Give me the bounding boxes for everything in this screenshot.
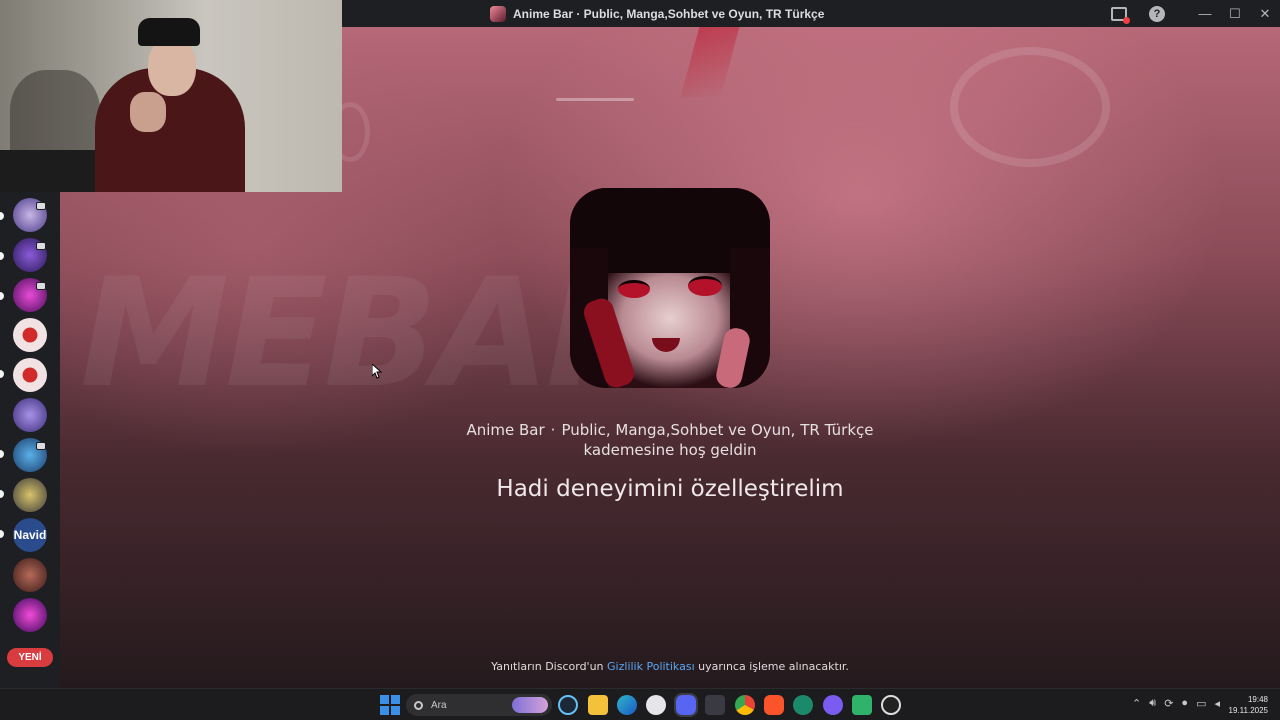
navid-server[interactable]: Navid bbox=[13, 518, 47, 552]
discord-icon[interactable] bbox=[674, 693, 698, 717]
server-icon bbox=[570, 188, 770, 388]
webcam-overlay bbox=[0, 0, 342, 192]
clock-date: 19.11.2025 bbox=[1228, 706, 1268, 715]
background-art-ring bbox=[950, 47, 1110, 167]
privacy-policy-link[interactable]: Gizlilik Politikası bbox=[607, 660, 695, 673]
onboarding-headline: Hadi deneyimini özelleştirelim bbox=[496, 476, 844, 502]
windows-logo-icon bbox=[391, 706, 400, 715]
chevron-up-icon[interactable]: ⌃ bbox=[1132, 697, 1141, 710]
server-10[interactable] bbox=[13, 558, 47, 592]
maximize-button[interactable]: ☐ bbox=[1220, 0, 1250, 27]
voice-badge bbox=[36, 202, 46, 210]
privacy-prefix: Yanıtların Discord'un bbox=[491, 660, 604, 673]
unread-indicator bbox=[0, 252, 4, 260]
new-badge[interactable]: YENİ bbox=[7, 648, 53, 667]
unread-indicator bbox=[0, 450, 4, 458]
window-title-text: Anime Bar · Public, Manga,Sohbet ve Oyun… bbox=[513, 7, 825, 21]
voice-badge bbox=[36, 442, 46, 450]
server-thumbnail-icon bbox=[490, 6, 506, 22]
unread-indicator bbox=[0, 292, 4, 300]
network-icon[interactable]: ▭ bbox=[1196, 697, 1206, 710]
help-button[interactable]: ? bbox=[1142, 0, 1172, 27]
microphone-icon[interactable]: ● bbox=[1181, 697, 1188, 710]
server-tagline: Public, Manga,Sohbet ve Oyun, TR Türkçe bbox=[561, 421, 874, 439]
search-icon bbox=[414, 700, 423, 710]
unread-indicator bbox=[0, 212, 4, 220]
edge-icon[interactable] bbox=[617, 695, 637, 715]
background-art-horn bbox=[680, 27, 740, 97]
system-clock[interactable]: 19:48 19.11.2025 bbox=[1229, 694, 1268, 716]
server-icon-eye-right bbox=[688, 276, 722, 296]
help-icon: ? bbox=[1149, 5, 1165, 22]
server-5[interactable] bbox=[13, 358, 47, 392]
app4-icon[interactable] bbox=[852, 695, 872, 715]
minimize-button[interactable]: — bbox=[1190, 0, 1220, 27]
privacy-suffix: uyarınca işleme alınacaktır. bbox=[698, 660, 849, 673]
search-highlight-art bbox=[512, 697, 548, 713]
privacy-notice: Yanıtların Discord'un Gizlilik Politikas… bbox=[380, 660, 960, 673]
title-bar-controls: ? — ☐ ✕ bbox=[1104, 0, 1280, 27]
chrome-icon[interactable] bbox=[735, 695, 755, 715]
windows-taskbar: Ara ⌃ 🔊︎ ⟳ ● ▭ ◂ 19:48 19.11.2025 bbox=[0, 688, 1280, 720]
webcam-person-hand bbox=[130, 92, 166, 132]
game-icon[interactable] bbox=[646, 695, 666, 715]
close-button[interactable]: ✕ bbox=[1250, 0, 1280, 27]
webcam-person-hat bbox=[138, 18, 200, 46]
inbox-icon bbox=[1111, 6, 1130, 24]
unread-indicator bbox=[0, 370, 4, 378]
file-explorer-icon[interactable] bbox=[588, 695, 608, 715]
server-4[interactable] bbox=[13, 318, 47, 352]
unread-indicator bbox=[0, 530, 4, 538]
voice-badge bbox=[36, 282, 46, 290]
taskbar-search[interactable]: Ara bbox=[406, 694, 552, 716]
windows-logo-icon bbox=[380, 706, 389, 715]
server-8[interactable] bbox=[13, 478, 47, 512]
sync-icon[interactable]: ⟳ bbox=[1164, 697, 1173, 710]
speaker-icon[interactable]: ◂ bbox=[1214, 697, 1220, 710]
inbox-button[interactable] bbox=[1104, 0, 1134, 27]
windows-logo-icon bbox=[380, 695, 389, 704]
server-rail: Navid bbox=[0, 192, 60, 688]
obs-icon[interactable] bbox=[881, 695, 901, 715]
brave-icon[interactable] bbox=[764, 695, 784, 715]
server-icon-mouth bbox=[652, 338, 680, 352]
app-icon[interactable] bbox=[705, 695, 725, 715]
volume-icon[interactable]: 🔊︎ bbox=[1149, 697, 1156, 710]
app3-icon[interactable] bbox=[823, 695, 843, 715]
clock-time: 19:48 bbox=[1247, 695, 1268, 704]
app2-icon[interactable] bbox=[793, 695, 813, 715]
navid-server-label: Navid bbox=[13, 518, 47, 552]
steam-icon[interactable] bbox=[558, 695, 578, 715]
server-icon-eye-left bbox=[618, 280, 650, 298]
window-title: Anime Bar · Public, Manga,Sohbet ve Oyun… bbox=[490, 6, 824, 22]
server-11[interactable] bbox=[13, 598, 47, 632]
windows-logo-icon bbox=[391, 695, 400, 704]
voice-badge bbox=[36, 242, 46, 250]
unread-indicator bbox=[0, 490, 4, 498]
server-name: Anime Bar bbox=[466, 421, 545, 439]
server-6[interactable] bbox=[13, 398, 47, 432]
welcome-suffix: kademesine hoş geldin bbox=[583, 441, 757, 459]
system-tray: ⌃ 🔊︎ ⟳ ● ▭ ◂ bbox=[1132, 697, 1220, 710]
search-placeholder: Ara bbox=[431, 699, 447, 711]
start-button[interactable] bbox=[380, 695, 400, 715]
background-art-line bbox=[556, 98, 634, 101]
welcome-message: Anime Bar · Public, Manga,Sohbet ve Oyun, … bbox=[400, 420, 940, 460]
webcam-person-head bbox=[148, 38, 196, 96]
mouse-cursor-icon bbox=[372, 364, 382, 379]
welcome-line-1: Anime Bar · Public, Manga,Sohbet ve Oyun, … bbox=[466, 421, 874, 439]
